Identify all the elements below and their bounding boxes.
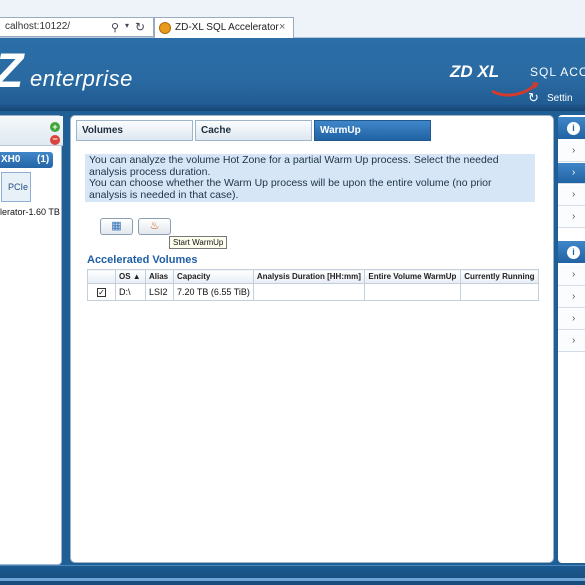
column-header-running[interactable]: Currently Running — [459, 269, 539, 284]
alias-cell: LSI2 — [145, 283, 174, 301]
chevron-right-icon: › — [572, 189, 576, 200]
column-header-os[interactable]: OS ▲ — [115, 269, 146, 284]
tab-warmup[interactable]: WarmUp — [314, 120, 431, 141]
column-header-entire-volume[interactable]: Entire Volume WarmUp — [363, 269, 461, 284]
address-bar[interactable]: calhost:10122/ ⚲ ▾ ↻ — [0, 17, 154, 37]
info-line-1: You can analyze the volume Hot Zone for … — [89, 154, 499, 178]
start-warmup-button[interactable]: ♨ — [138, 218, 171, 235]
right-nav-item[interactable]: › — [558, 185, 585, 206]
entire-volume-cell[interactable] — [363, 283, 461, 301]
refresh-icon[interactable]: ↻ — [135, 20, 145, 34]
search-icon[interactable]: ⚲ — [111, 21, 119, 34]
right-nav-item[interactable]: › — [558, 287, 585, 308]
os-cell: D:\ — [115, 283, 146, 301]
table-row[interactable]: ✓ D:\ LSI2 7.20 TB (6.55 TiB) — [87, 283, 539, 301]
volumes-table: OS ▲ Alias Capacity Analysis Duration [H… — [87, 269, 539, 301]
app-header: Z enterprise ZD XL SQL ACC ↻ Settin — [0, 38, 585, 111]
info-line-2: You can choose whether the Warm Up proce… — [89, 177, 492, 201]
capacity-cell: 7.20 TB (6.55 TiB) — [173, 283, 254, 301]
browser-chrome: calhost:10122/ ⚲ ▾ ↻ ZD-XL SQL Accelerat… — [0, 0, 585, 38]
tab-volumes[interactable]: Volumes — [76, 120, 193, 141]
accelerator-label: elerator-1.60 TB — [0, 207, 60, 217]
add-icon[interactable]: + — [50, 122, 60, 132]
running-cell — [459, 283, 539, 301]
device-row[interactable]: XH0 (1) — [0, 152, 53, 168]
refresh-icon[interactable]: ↻ — [528, 90, 539, 106]
device-name: XH0 — [1, 154, 21, 165]
close-icon[interactable]: × — [279, 21, 285, 33]
settings-link[interactable]: Settin — [547, 93, 573, 104]
pcie-card-icon[interactable]: PCIe — [1, 172, 31, 202]
tab-cache[interactable]: Cache — [195, 120, 312, 141]
chevron-right-icon: › — [572, 167, 576, 178]
footer-divider — [0, 578, 585, 581]
tab-title: ZD-XL SQL Accelerator — [175, 22, 279, 33]
logo-text: enterprise — [30, 66, 133, 91]
chevron-right-icon: › — [572, 211, 576, 222]
flame-icon: ♨ — [149, 220, 160, 232]
table-header-row: OS ▲ Alias Capacity Analysis Duration [H… — [87, 269, 539, 284]
right-nav-item[interactable]: › — [558, 331, 585, 352]
info-message: You can analyze the volume Hot Zone for … — [85, 154, 535, 202]
remove-icon[interactable]: − — [50, 135, 60, 145]
row-select-cell[interactable]: ✓ — [87, 283, 116, 301]
right-nav-item[interactable]: › — [558, 265, 585, 286]
section-title: Accelerated Volumes — [87, 254, 198, 266]
right-nav-panel: i › › › › i › › › › — [558, 115, 585, 563]
tooltip: Start WarmUp — [169, 236, 228, 249]
column-header-capacity[interactable]: Capacity — [173, 269, 254, 284]
device-tree-panel: + − XH0 (1) PCIe elerator-1.60 TB — [0, 115, 63, 565]
chevron-right-icon: › — [572, 269, 576, 280]
right-nav-item[interactable]: › — [558, 141, 585, 162]
chevron-down-icon[interactable]: ▾ — [125, 21, 129, 30]
info-icon: i — [567, 246, 580, 259]
chevron-right-icon: › — [572, 145, 576, 156]
device-toolbar: + − — [0, 116, 63, 146]
info-icon: i — [567, 122, 580, 135]
right-nav-item[interactable]: › — [558, 207, 585, 228]
column-header-alias[interactable]: Alias — [145, 269, 174, 284]
duration-cell[interactable] — [252, 283, 365, 301]
brand-name: ZD XL — [450, 62, 500, 81]
analyze-icon: ▦ — [111, 220, 122, 232]
brand-subtitle: SQL ACC — [530, 65, 585, 79]
browser-tab[interactable]: ZD-XL SQL Accelerator × — [154, 17, 294, 38]
pcie-label: PCIe — [8, 182, 29, 192]
right-panel-header-2: i — [558, 241, 585, 263]
right-nav-item-selected[interactable]: › — [558, 163, 585, 184]
address-text: calhost:10122/ — [5, 21, 71, 32]
main-panel: Volumes Cache WarmUp You can analyze the… — [70, 115, 554, 563]
device-count: (1) — [37, 154, 50, 165]
right-nav-item[interactable]: › — [558, 309, 585, 330]
favicon-icon — [159, 22, 171, 34]
analyze-button[interactable]: ▦ — [100, 218, 133, 235]
footer-band — [0, 565, 585, 585]
chevron-right-icon: › — [572, 335, 576, 346]
logo-letter: Z — [0, 48, 23, 96]
column-header-select — [87, 269, 116, 284]
chevron-right-icon: › — [572, 291, 576, 302]
column-header-duration[interactable]: Analysis Duration [HH:mm] — [252, 269, 365, 284]
chevron-right-icon: › — [572, 313, 576, 324]
row-checkbox[interactable]: ✓ — [97, 288, 106, 297]
right-panel-header-1: i — [558, 117, 585, 139]
